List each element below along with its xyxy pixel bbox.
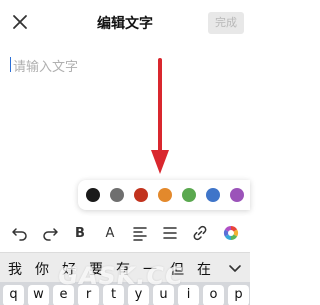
- keyboard-key[interactable]: p: [228, 285, 249, 305]
- keyboard-key[interactable]: i: [178, 285, 199, 305]
- chevron-down-icon[interactable]: [228, 261, 242, 275]
- list-button[interactable]: [159, 222, 181, 244]
- link-icon: [193, 225, 207, 241]
- color-palette: [78, 180, 250, 210]
- candidate-word[interactable]: 但: [170, 259, 184, 279]
- list-icon: [163, 227, 177, 239]
- keyboard-row: q w e r t y u i o p: [0, 282, 250, 305]
- format-toolbar: B A: [0, 216, 250, 250]
- text-editor[interactable]: 请输入文字: [10, 52, 240, 172]
- candidate-word[interactable]: 有: [116, 259, 130, 279]
- keyboard-key[interactable]: u: [153, 285, 174, 305]
- keyboard-key[interactable]: o: [203, 285, 224, 305]
- candidate-word[interactable]: 要: [89, 259, 103, 279]
- color-swatch-red[interactable]: [134, 188, 148, 202]
- candidate-word[interactable]: 在: [197, 259, 211, 279]
- keyboard-key[interactable]: q: [3, 285, 24, 305]
- red-arrow-annotation: [151, 58, 169, 174]
- color-wheel-icon: [223, 225, 239, 241]
- undo-button[interactable]: [9, 222, 31, 244]
- text-size-label: A: [105, 225, 115, 241]
- color-swatch-blue[interactable]: [206, 188, 220, 202]
- editor-placeholder: 请输入文字: [13, 60, 79, 75]
- done-button[interactable]: 完成: [208, 12, 244, 34]
- redo-icon: [43, 228, 58, 241]
- redo-button[interactable]: [39, 222, 61, 244]
- color-swatch-purple[interactable]: [230, 188, 244, 202]
- bold-button[interactable]: B: [69, 222, 91, 244]
- text-size-button[interactable]: A: [99, 222, 121, 244]
- keyboard-key[interactable]: r: [78, 285, 99, 305]
- color-swatch-black[interactable]: [86, 188, 100, 202]
- candidate-word[interactable]: 一: [143, 259, 157, 279]
- color-swatch-green[interactable]: [182, 188, 196, 202]
- color-swatch-orange[interactable]: [158, 188, 172, 202]
- text-caret: [10, 57, 11, 72]
- link-button[interactable]: [189, 222, 211, 244]
- align-button[interactable]: [129, 222, 151, 244]
- candidate-word[interactable]: 我: [8, 259, 22, 279]
- color-swatch-gray[interactable]: [110, 188, 124, 202]
- candidate-word[interactable]: 你: [35, 259, 49, 279]
- align-left-icon: [133, 227, 147, 241]
- keyboard-key[interactable]: w: [28, 285, 49, 305]
- undo-icon: [12, 228, 27, 241]
- header-bar: 编辑文字 完成: [0, 0, 250, 44]
- keyboard-key[interactable]: y: [128, 285, 149, 305]
- keyboard-key[interactable]: t: [103, 285, 124, 305]
- color-picker-button[interactable]: [220, 222, 242, 244]
- ime-candidate-bar: 我 你 好 要 有 一 但 在: [0, 252, 250, 282]
- candidate-word[interactable]: 好: [62, 259, 76, 279]
- bold-label: B: [75, 225, 85, 241]
- keyboard-key[interactable]: e: [53, 285, 74, 305]
